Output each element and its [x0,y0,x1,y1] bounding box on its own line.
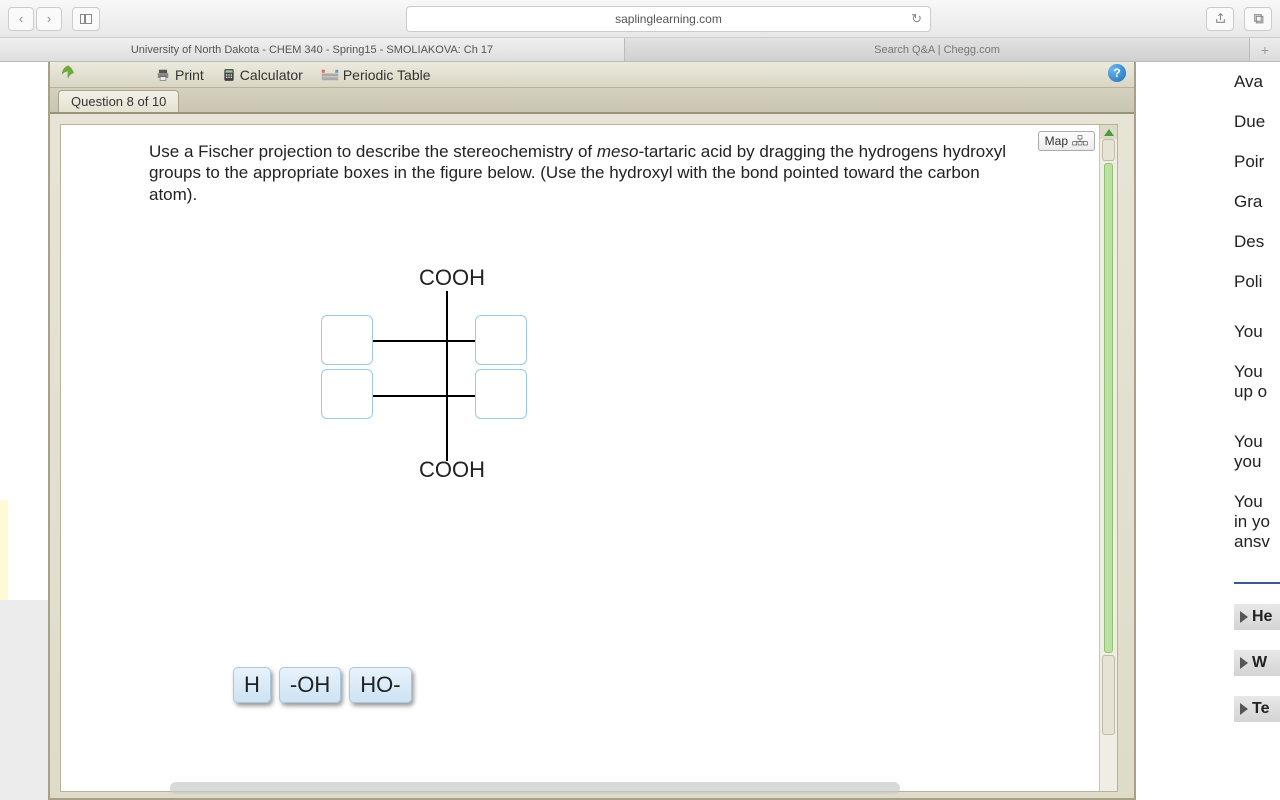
rc-section-help[interactable]: He [1234,604,1280,630]
q-pre: Use a Fischer projection to describe the… [149,142,597,161]
calculator-label: Calculator [240,67,303,83]
fischer-vertical-bond [446,291,448,461]
periodic-tool[interactable]: Periodic Table [321,67,431,83]
rc-line: Due [1234,112,1280,132]
horizontal-scrollbar[interactable] [170,782,900,794]
vertical-scrollbar[interactable] [1099,125,1117,791]
token-oh-left[interactable]: HO- [349,667,411,703]
forward-button[interactable]: › [36,7,62,31]
print-tool[interactable]: Print [155,67,204,83]
rc-line: You [1234,322,1280,342]
question-tab[interactable]: Question 8 of 10 [58,90,179,112]
gutter-gray [0,600,48,800]
sitemap-icon [1072,135,1088,147]
fischer-bottom-label: COOH [419,457,485,483]
rc-line: Des [1234,232,1280,252]
rc-section-w[interactable]: W [1234,650,1280,676]
tabs-icon[interactable] [1244,7,1272,31]
question-body: Map Use a Fischer projection to describe… [60,124,1118,792]
tab-sapling[interactable]: University of North Dakota - CHEM 340 - … [0,38,625,61]
periodic-table-icon [321,68,339,82]
chevron-right-icon [1240,703,1248,715]
sapling-toolbar: Print Calculator Periodic Table ? [50,62,1134,88]
rc-line: Ava [1234,72,1280,92]
rc-line: Gra [1234,192,1280,212]
gutter-highlight [0,500,8,600]
new-tab-button[interactable]: + [1250,38,1280,61]
sidebar-toggle[interactable] [72,7,100,31]
map-label: Map [1045,134,1068,148]
left-gutter [0,62,48,800]
map-button[interactable]: Map [1038,131,1095,151]
print-icon [155,68,171,82]
calculator-icon [222,68,236,82]
rc-line: Poli [1234,272,1280,292]
share-icon[interactable] [1206,7,1234,31]
rc-line: You in yo ansv [1234,492,1280,552]
tab-chegg[interactable]: Search Q&A | Chegg.com [625,38,1250,61]
page-content: Print Calculator Periodic Table ? Questi… [0,62,1280,800]
chevron-right-icon [1240,611,1248,623]
question-tab-row: Question 8 of 10 [50,88,1134,114]
scroll-thumb-top[interactable] [1102,139,1115,161]
dropzone-top-right[interactable] [475,315,527,365]
tab-strip: University of North Dakota - CHEM 340 - … [0,38,1280,62]
help-icon[interactable]: ? [1108,64,1126,82]
back-button[interactable]: ‹ [8,7,34,31]
print-label: Print [175,67,204,83]
scroll-highlight [1104,163,1113,653]
scroll-thumb-bottom[interactable] [1102,655,1115,735]
periodic-label: Periodic Table [343,67,431,83]
question-text: Use a Fischer projection to describe the… [61,125,1117,215]
dropzone-bottom-left[interactable] [321,369,373,419]
fischer-top-label: COOH [419,265,485,291]
rc-line: You up o [1234,362,1280,402]
sapling-frame: Print Calculator Periodic Table ? Questi… [48,62,1136,800]
url-text: saplinglearning.com [615,12,722,26]
token-oh-right[interactable]: -OH [279,667,341,703]
leaf-icon [58,64,78,85]
draggable-token-row: H -OH HO- [233,667,412,703]
browser-toolbar: ‹ › saplinglearning.com ↻ [0,0,1280,38]
right-column: Ava Due Poir Gra Des Poli You You up o Y… [1204,62,1280,800]
reload-icon[interactable]: ↻ [911,11,922,27]
rc-line: Poir [1234,152,1280,172]
calculator-tool[interactable]: Calculator [222,67,303,83]
dropzone-bottom-right[interactable] [475,369,527,419]
q-meso: meso [597,142,639,161]
rc-section-te[interactable]: Te [1234,696,1280,722]
token-h[interactable]: H [233,667,271,703]
right-strip [1160,62,1204,800]
url-bar[interactable]: saplinglearning.com ↻ [406,6,931,32]
dropzone-top-left[interactable] [321,315,373,365]
rc-line: You you [1234,432,1280,472]
fischer-projection: COOH COOH [291,265,551,495]
chevron-right-icon [1240,657,1248,669]
scroll-up-arrow[interactable] [1100,125,1117,139]
